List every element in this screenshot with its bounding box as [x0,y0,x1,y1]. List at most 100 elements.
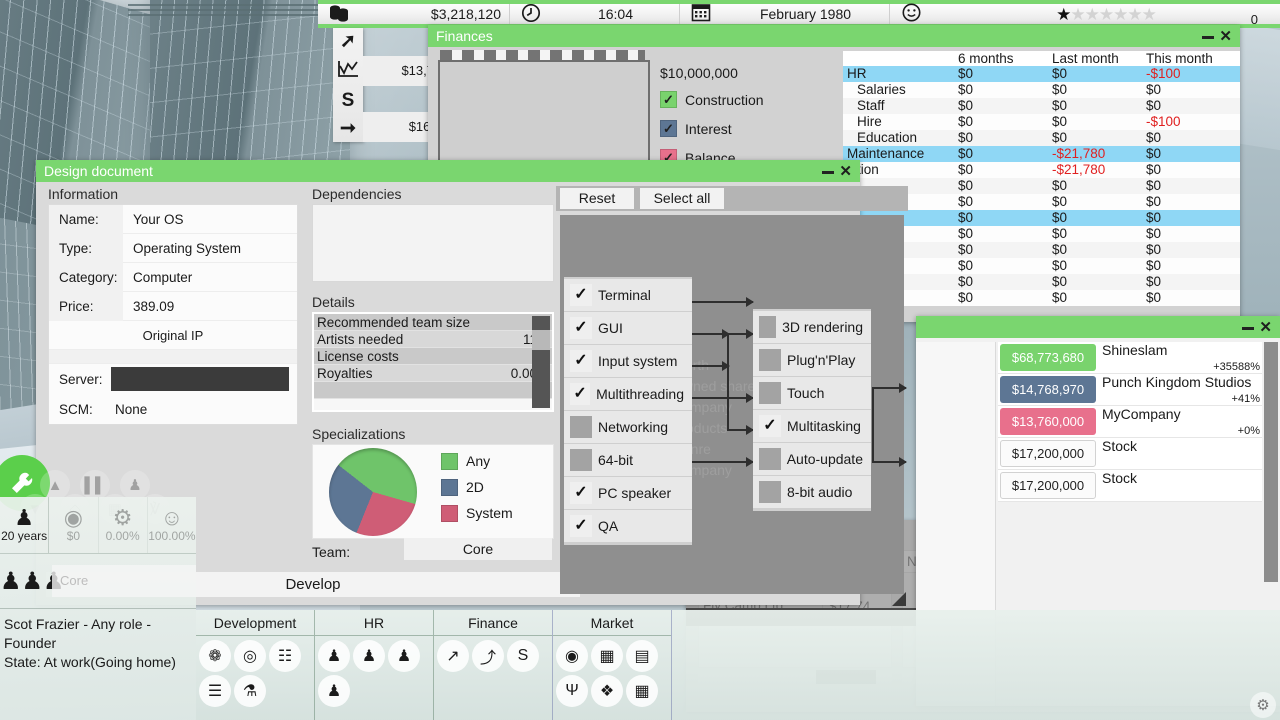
feature-checkbox[interactable]: ✓ [570,482,592,504]
group-icon[interactable]: ♟ [388,640,420,672]
up-arrow-icon[interactable]: ▲ [40,470,70,500]
money-indicator[interactable] [318,4,360,24]
team-selector[interactable]: Core [404,538,552,560]
feature-checkbox[interactable] [570,449,592,471]
info-row[interactable]: Name:Your OS [49,205,297,234]
feature-item[interactable]: 3D rendering [753,311,871,343]
feature-checkbox[interactable] [759,349,781,371]
trident-icon[interactable]: Ψ [556,675,588,707]
legend-item[interactable]: ✓Interest [660,120,764,137]
market-titlebar[interactable]: ✕ [916,316,1280,338]
feature-item[interactable]: Touch [753,377,871,409]
feature-checkbox[interactable] [759,382,781,404]
feature-tree-resize-grip[interactable] [892,592,906,606]
market-row[interactable]: $17,200,000Stock [998,470,1262,502]
feature-checkbox[interactable]: ✓ [570,317,592,339]
info-row[interactable]: Type:Operating System [49,234,297,263]
feature-checkbox[interactable] [759,448,781,470]
feature-checkbox[interactable] [570,416,592,438]
feature-item[interactable]: Auto-update [753,443,871,475]
original-ip-row[interactable]: Original IP [49,321,297,350]
feature-item[interactable]: ✓GUI [564,312,692,344]
details-scroll-thumb[interactable] [532,350,550,408]
coins-icon[interactable]: ◉ [556,640,588,672]
table-row[interactable]: Education$0$0$0 [843,130,1240,146]
flask-icon[interactable]: ⚗ [234,675,266,707]
feature-item[interactable]: ✓QA [564,510,692,542]
feature-checkbox[interactable]: ✓ [759,415,781,437]
line-chart-icon[interactable]: ⤴ [472,640,504,672]
legend-item[interactable]: ✓Construction [660,91,764,108]
arrow-right-icon[interactable]: ➞ [340,119,356,138]
feature-checkbox[interactable] [759,316,776,338]
info-row[interactable]: Category:Computer [49,263,297,292]
select-all-button[interactable]: Select all [640,188,724,209]
design-document-titlebar[interactable]: Design document ✕ [36,160,860,182]
calendar-icon[interactable]: ▦ [626,675,658,707]
details-scrollbar[interactable] [532,316,550,408]
finances-titlebar[interactable]: Finances ✕ [428,25,1240,47]
table-row[interactable]: Salaries$0$0$0 [843,82,1240,98]
dollar-icon[interactable]: S [507,640,539,672]
market-scrollbar[interactable] [1264,342,1278,582]
feature-item[interactable]: ✓Terminal [564,279,692,311]
line-chart-icon[interactable] [337,60,359,82]
legend-checkbox[interactable]: ✓ [660,91,677,108]
arrow-up-right-icon[interactable]: ↗ [437,640,469,672]
arrow-up-right-icon[interactable]: ➚ [340,32,356,51]
feature-item[interactable]: ✓Multitasking [753,410,871,442]
minimize-icon[interactable] [822,171,834,174]
handshake-icon[interactable]: ❖ [591,675,623,707]
disc-icon[interactable]: ◎ [234,640,266,672]
newspaper-icon[interactable]: ▤ [626,640,658,672]
reset-button[interactable]: Reset [560,188,634,209]
person-tool-icon[interactable]: ♟ [318,675,350,707]
people-icon[interactable]: ♟ [120,470,150,500]
feature-item[interactable]: Plug'n'Play [753,344,871,376]
close-icon[interactable]: ✕ [1219,28,1234,45]
dependencies-list[interactable] [312,204,554,282]
scm-row[interactable]: SCM: None [49,394,297,424]
character-team-row[interactable]: ♟♟♟ Core [0,553,196,609]
feature-item[interactable]: Networking [564,411,692,443]
feature-item[interactable]: 64-bit [564,444,692,476]
feature-item[interactable]: ✓PC speaker [564,477,692,509]
market-row[interactable]: $13,760,000MyCompany+0% [998,406,1262,438]
close-icon[interactable]: ✕ [839,163,854,180]
table-row[interactable]: tion$0-$21,780$0 [843,162,1240,178]
table-row[interactable]: Staff$0$0$0 [843,98,1240,114]
feature-checkbox[interactable] [759,481,781,503]
feature-item[interactable]: ✓Input system [564,345,692,377]
person-icon[interactable]: ♟ [318,640,350,672]
scroll-icon[interactable]: ☰ [199,675,231,707]
table-row[interactable]: HR$0$0-$100 [843,66,1240,82]
building-icon[interactable]: ▦ [591,640,623,672]
market-row[interactable]: $17,200,000Stock [998,438,1262,470]
bars-icon[interactable]: ▌▌ [80,470,110,500]
market-row[interactable]: $68,773,680Shineslam+35588% [998,342,1262,374]
minimize-icon[interactable] [1242,327,1254,330]
feature-checkbox[interactable]: ✓ [570,284,592,306]
feature-checkbox[interactable]: ✓ [570,350,592,372]
server-row[interactable]: Server: [49,364,297,394]
legend-checkbox[interactable]: ✓ [660,120,677,137]
person-add-icon[interactable]: ♟ [353,640,385,672]
gear-icon[interactable]: ⚙ [1250,692,1276,718]
feature-checkbox[interactable]: ✓ [570,383,590,405]
table-row[interactable]: Maintenance$0-$21,780$0 [843,146,1240,162]
finance-quick-menu[interactable]: ➚ S ➞ [333,28,363,142]
feature-item[interactable]: ✓Multithreading [564,378,692,410]
minimize-icon[interactable] [1202,36,1214,39]
details-scroll-thumb-top[interactable] [532,316,550,330]
table-row[interactable]: Hire$0$0-$100 [843,114,1240,130]
feature-item[interactable]: 8-bit audio [753,476,871,508]
feature-checkbox[interactable]: ✓ [570,515,592,537]
market-row[interactable]: $14,768,970Punch Kingdom Studios+41% [998,374,1262,406]
server-field[interactable] [111,367,289,391]
character-team-field[interactable]: Core [52,565,196,597]
info-row[interactable]: Price:389.09 [49,292,297,321]
server-icon[interactable]: ☷ [269,640,301,672]
close-icon[interactable]: ✕ [1259,319,1274,336]
globe-puzzle-icon[interactable]: ❁ [199,640,231,672]
dollar-icon[interactable]: S [342,91,355,110]
